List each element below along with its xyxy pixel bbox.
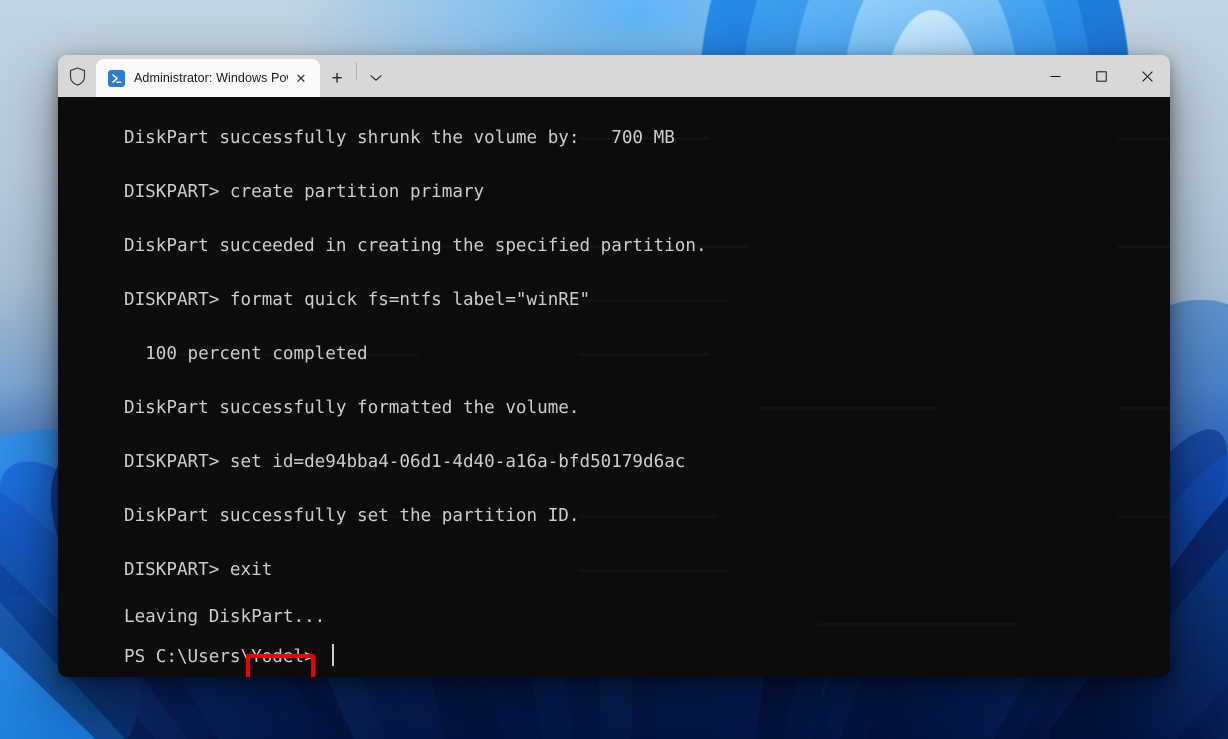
close-tab-icon[interactable]: ✕ (288, 65, 314, 91)
close-button[interactable] (1124, 55, 1170, 97)
terminal-line: DISKPART> set id=de94bba4-06d1-4d40-a16a… (124, 452, 686, 472)
text-cursor (332, 644, 335, 666)
terminal-line: Leaving DiskPart... (124, 607, 326, 627)
terminal-line: DiskPart successfully formatted the volu… (124, 398, 580, 418)
desktop-wallpaper: Administrator: Windows Powe ✕ + DiskPart… (0, 0, 1228, 739)
tab-title: Administrator: Windows Powe (134, 71, 288, 85)
terminal-line: DISKPART> format quick fs=ntfs label="wi… (124, 290, 591, 310)
window-controls (1032, 55, 1170, 97)
terminal-lines: DiskPart successfully shrunk the volume … (58, 111, 1170, 677)
minimize-button[interactable] (1032, 55, 1078, 97)
terminal-line: DISKPART> create partition primary (124, 182, 485, 202)
terminal-line: PS C:\Users\Yodel> (124, 637, 1170, 677)
terminal-window: Administrator: Windows Powe ✕ + DiskPart… (58, 55, 1170, 677)
chevron-down-icon[interactable] (359, 59, 393, 97)
terminal-line: DISKPART> exit (124, 560, 273, 580)
window-title-bar[interactable]: Administrator: Windows Powe ✕ + (58, 55, 1170, 97)
shield-icon (58, 55, 96, 97)
terminal-line: 100 percent completed (124, 344, 368, 364)
terminal-output-area[interactable]: DiskPart successfully shrunk the volume … (58, 97, 1170, 677)
toolbar-divider (356, 62, 357, 80)
terminal-tab[interactable]: Administrator: Windows Powe ✕ (96, 59, 320, 97)
terminal-line: DiskPart successfully shrunk the volume … (124, 128, 675, 148)
terminal-line: DiskPart successfully set the partition … (124, 506, 580, 526)
new-tab-button[interactable]: + (320, 59, 354, 97)
maximize-button[interactable] (1078, 55, 1124, 97)
terminal-line: DiskPart succeeded in creating the speci… (124, 236, 707, 256)
powershell-icon (108, 69, 125, 87)
